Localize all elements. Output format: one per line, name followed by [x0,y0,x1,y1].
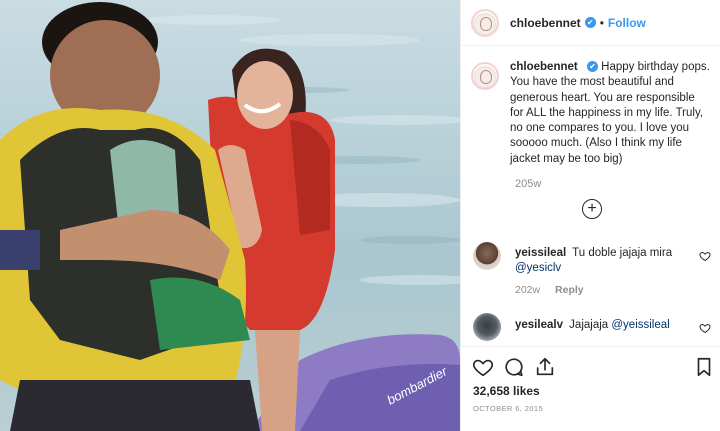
comment-body: yeissileal Tu doble jajaja mira @yesiclv [515,246,690,277]
comment-username[interactable]: yeissileal [515,247,566,259]
post-photo[interactable]: bombardier [0,0,460,431]
comment-heart-icon[interactable] [699,250,711,262]
comment-text: Jajajaja [569,319,609,331]
author-avatar[interactable] [471,8,499,37]
verified-badge-icon: ✔ [584,17,596,28]
comment-text: Tu doble jajaja mira [572,247,673,259]
caption-text-container: chloebennet ✔ Happy birthday pops. You h… [510,60,710,167]
comment-mention[interactable]: @yesiclv [515,262,561,274]
author-username[interactable]: chloebennet [510,16,581,30]
comment-item: yeissileal Tu doble jajaja mira @yesiclv… [471,242,716,302]
verified-badge-icon: ✔ [586,61,598,73]
photo-illustration: bombardier [0,2,460,431]
load-more-comments-button[interactable]: + [582,199,602,219]
share-icon[interactable] [534,356,556,378]
comment-item: yesilealv Jajajaja @yeissileal [471,313,716,343]
caption-timestamp[interactable]: 205w [515,178,711,190]
comment-meta: 202w Reply [515,284,584,296]
likes-count[interactable]: 32,658 likes [473,384,540,398]
comment-body: yesilealv Jajajaja @yeissileal [515,318,690,333]
comment-mention[interactable]: @yeissileal [611,319,669,331]
post-header: chloebennet ✔ • Follow [461,0,720,46]
reply-button[interactable]: Reply [555,284,584,296]
commenter-avatar[interactable] [473,242,501,270]
caption-username[interactable]: chloebennet [510,61,578,73]
caption-author-avatar[interactable] [471,62,499,90]
caption-block: chloebennet ✔ Happy birthday pops. You h… [471,60,711,190]
heart-icon[interactable] [472,356,494,378]
bookmark-icon[interactable] [693,356,715,378]
follow-button[interactable]: Follow [608,16,646,30]
comment-timestamp[interactable]: 202w [515,284,540,296]
post-date: OCTOBER 6, 2015 [473,404,544,413]
separator-dot: • [599,15,604,30]
plus-circle-icon: + [587,200,597,217]
caption-body: Happy birthday pops. You have the most b… [510,61,710,165]
comment-heart-icon[interactable] [699,322,711,334]
post-actions: 32,658 likes OCTOBER 6, 2015 [461,346,720,431]
post-sidebar: chloebennet ✔ • Follow chloebennet ✔ Hap… [460,0,720,431]
comment-icon[interactable] [503,356,525,378]
comment-username[interactable]: yesilealv [515,319,563,331]
commenter-avatar[interactable] [473,313,501,341]
